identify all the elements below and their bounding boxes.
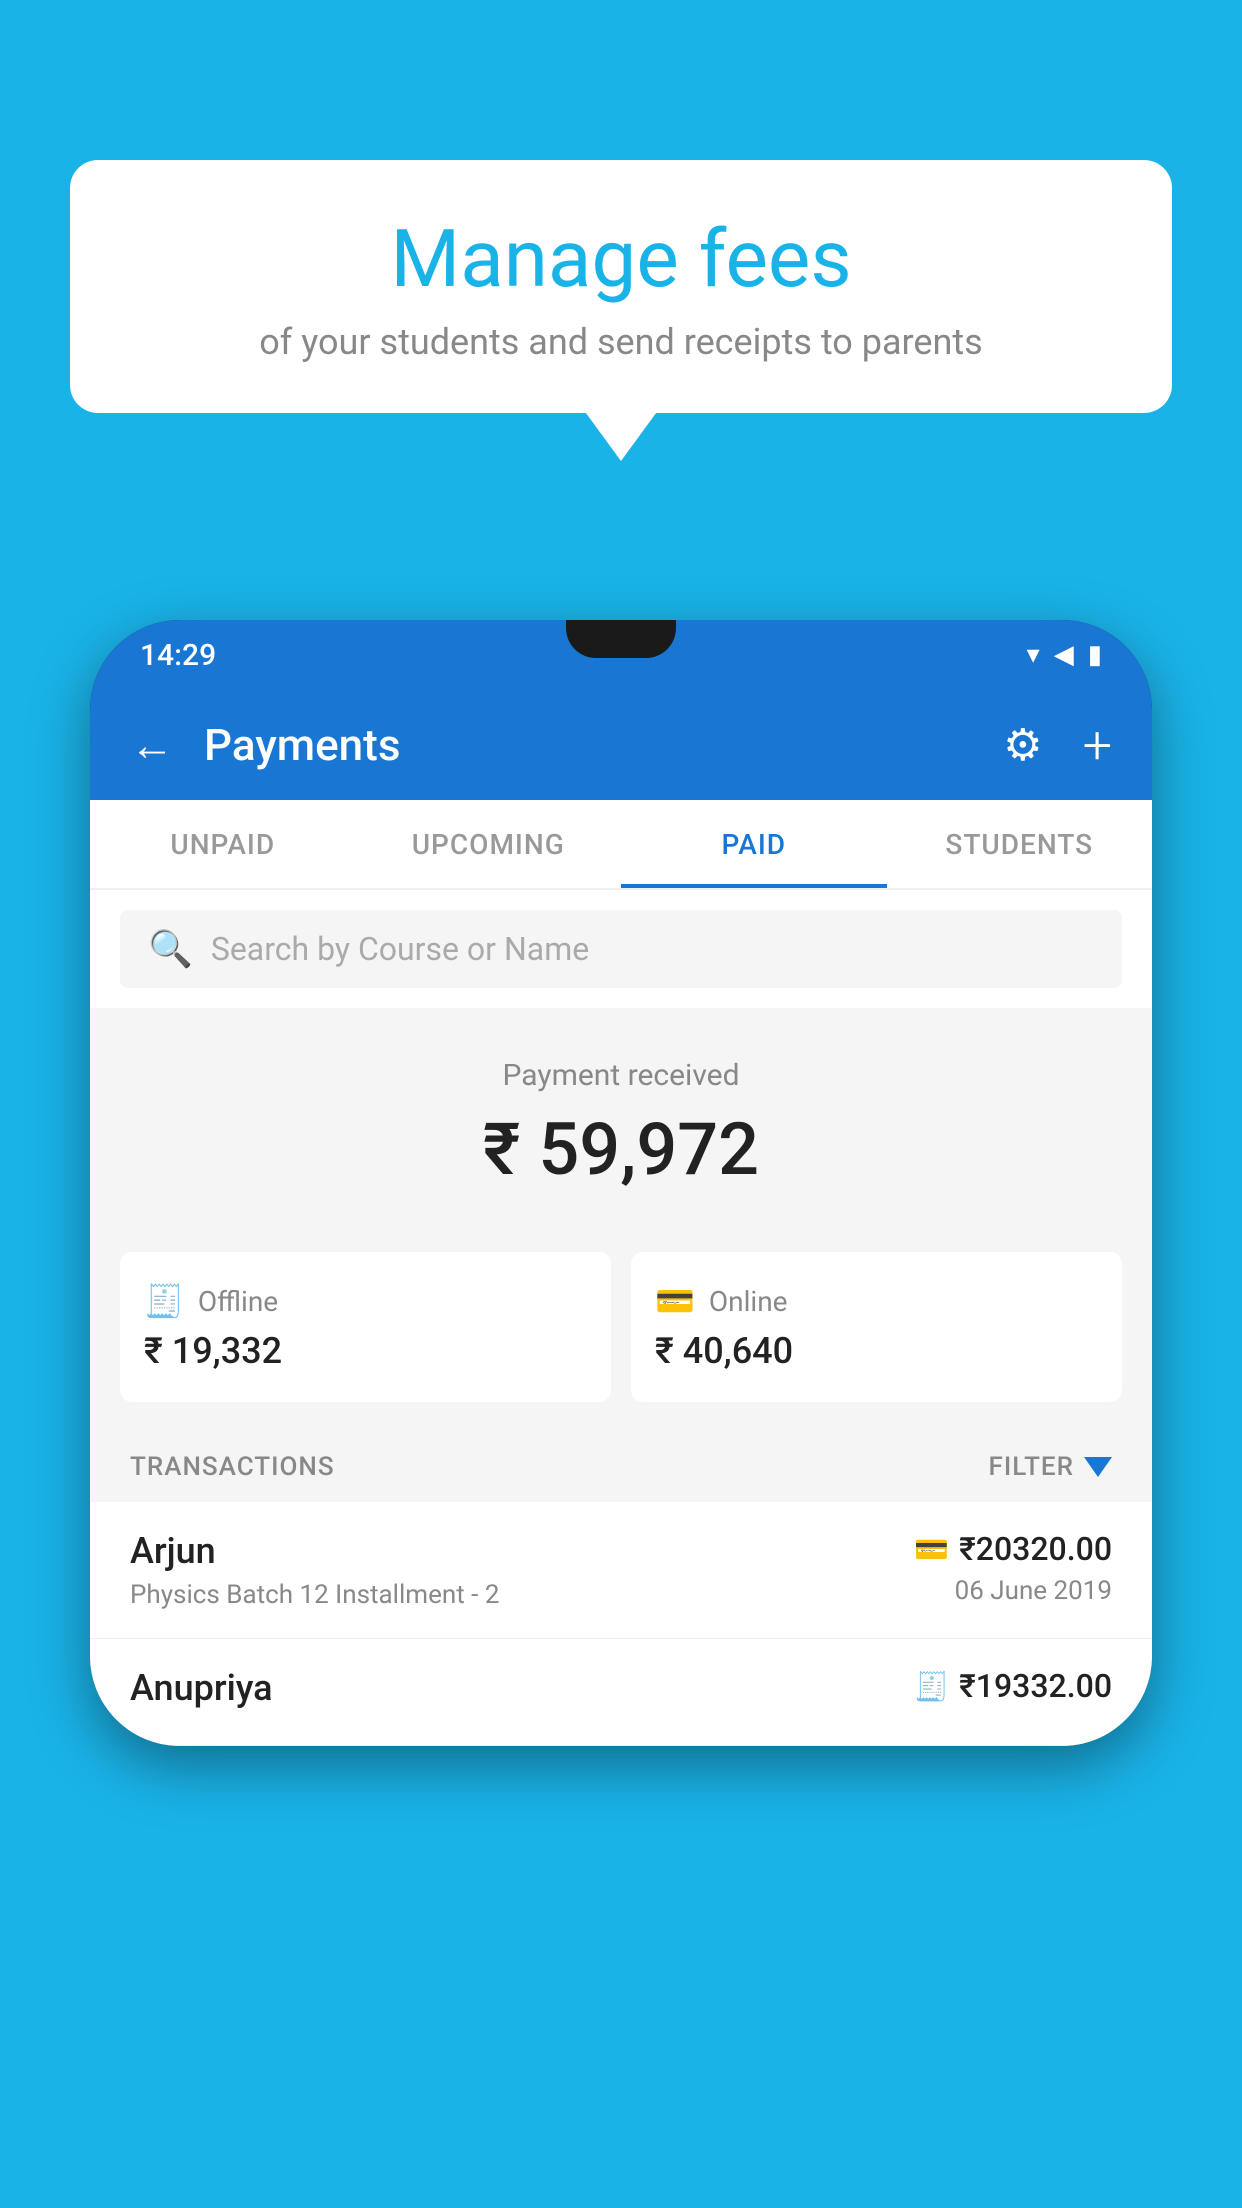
payment-summary: Payment received ₹ 59,972 — [90, 1008, 1152, 1252]
online-card: 💳 Online ₹ 40,640 — [631, 1252, 1122, 1402]
tab-paid[interactable]: PAID — [621, 800, 887, 888]
offline-card-header: 🧾 Offline — [144, 1282, 278, 1320]
tab-students[interactable]: STUDENTS — [887, 800, 1153, 888]
payment-received-label: Payment received — [120, 1058, 1122, 1093]
transaction-amount: 💳 ₹20320.00 — [914, 1530, 1112, 1568]
bubble-subtitle: of your students and send receipts to pa… — [130, 321, 1112, 363]
main-content: 🔍 Search by Course or Name Payment recei… — [90, 890, 1152, 1746]
search-container: 🔍 Search by Course or Name — [90, 890, 1152, 1008]
status-time: 14:29 — [140, 638, 216, 673]
offline-amount: ₹ 19,332 — [144, 1330, 282, 1372]
settings-button[interactable]: ⚙ — [1003, 719, 1042, 771]
payment-total-amount: ₹ 59,972 — [120, 1107, 1122, 1192]
offline-payment-icon: 🧾 — [144, 1282, 184, 1320]
transaction-amount: 🧾 ₹19332.00 — [914, 1667, 1112, 1705]
offline-transaction-icon: 🧾 — [914, 1670, 949, 1703]
online-card-header: 💳 Online — [655, 1282, 788, 1320]
online-label: Online — [709, 1285, 788, 1318]
search-input[interactable]: Search by Course or Name — [211, 930, 589, 968]
status-notch — [566, 620, 676, 658]
tab-unpaid[interactable]: UNPAID — [90, 800, 356, 888]
transaction-detail: Physics Batch 12 Installment - 2 — [130, 1580, 914, 1610]
transaction-name: Anupriya — [130, 1667, 914, 1709]
wifi-icon: ▾ — [1027, 640, 1040, 670]
transactions-header: TRANSACTIONS FILTER — [90, 1432, 1152, 1502]
app-title: Payments — [204, 719, 983, 771]
transaction-left: Arjun Physics Batch 12 Installment - 2 — [130, 1530, 914, 1610]
transaction-right: 🧾 ₹19332.00 — [914, 1667, 1112, 1705]
transactions-label: TRANSACTIONS — [130, 1452, 335, 1482]
payment-cards: 🧾 Offline ₹ 19,332 💳 Online ₹ 40,640 — [90, 1252, 1152, 1432]
filter-button[interactable]: FILTER — [989, 1452, 1112, 1482]
phone-frame: 14:29 ▾ ◀ ▮ ← Payments ⚙ + UNPAID UPCOMI… — [90, 620, 1152, 1746]
filter-icon — [1084, 1457, 1112, 1477]
transaction-left: Anupriya — [130, 1667, 914, 1717]
signal-icon: ◀ — [1054, 640, 1074, 670]
tab-upcoming[interactable]: UPCOMING — [356, 800, 622, 888]
transaction-name: Arjun — [130, 1530, 914, 1572]
transaction-row[interactable]: Anupriya 🧾 ₹19332.00 — [90, 1639, 1152, 1746]
transaction-right: 💳 ₹20320.00 06 June 2019 — [914, 1530, 1112, 1606]
transaction-date: 06 June 2019 — [955, 1576, 1112, 1606]
status-bar: 14:29 ▾ ◀ ▮ — [90, 620, 1152, 690]
transaction-row[interactable]: Arjun Physics Batch 12 Installment - 2 💳… — [90, 1502, 1152, 1639]
offline-card: 🧾 Offline ₹ 19,332 — [120, 1252, 611, 1402]
card-payment-icon: 💳 — [914, 1533, 949, 1566]
add-button[interactable]: + — [1083, 715, 1112, 776]
online-payment-icon: 💳 — [655, 1282, 695, 1320]
filter-label: FILTER — [989, 1452, 1074, 1482]
speech-bubble: Manage fees of your students and send re… — [70, 160, 1172, 413]
battery-icon: ▮ — [1088, 640, 1102, 670]
online-amount: ₹ 40,640 — [655, 1330, 793, 1372]
offline-label: Offline — [198, 1285, 278, 1318]
search-box[interactable]: 🔍 Search by Course or Name — [120, 910, 1122, 988]
bubble-title: Manage fees — [130, 215, 1112, 303]
search-icon: 🔍 — [148, 928, 193, 970]
phone-wrapper: 14:29 ▾ ◀ ▮ ← Payments ⚙ + UNPAID UPCOMI… — [90, 620, 1152, 2208]
tabs-bar: UNPAID UPCOMING PAID STUDENTS — [90, 800, 1152, 890]
status-icons: ▾ ◀ ▮ — [1027, 640, 1102, 670]
back-button[interactable]: ← — [130, 719, 174, 771]
app-bar: ← Payments ⚙ + — [90, 690, 1152, 800]
